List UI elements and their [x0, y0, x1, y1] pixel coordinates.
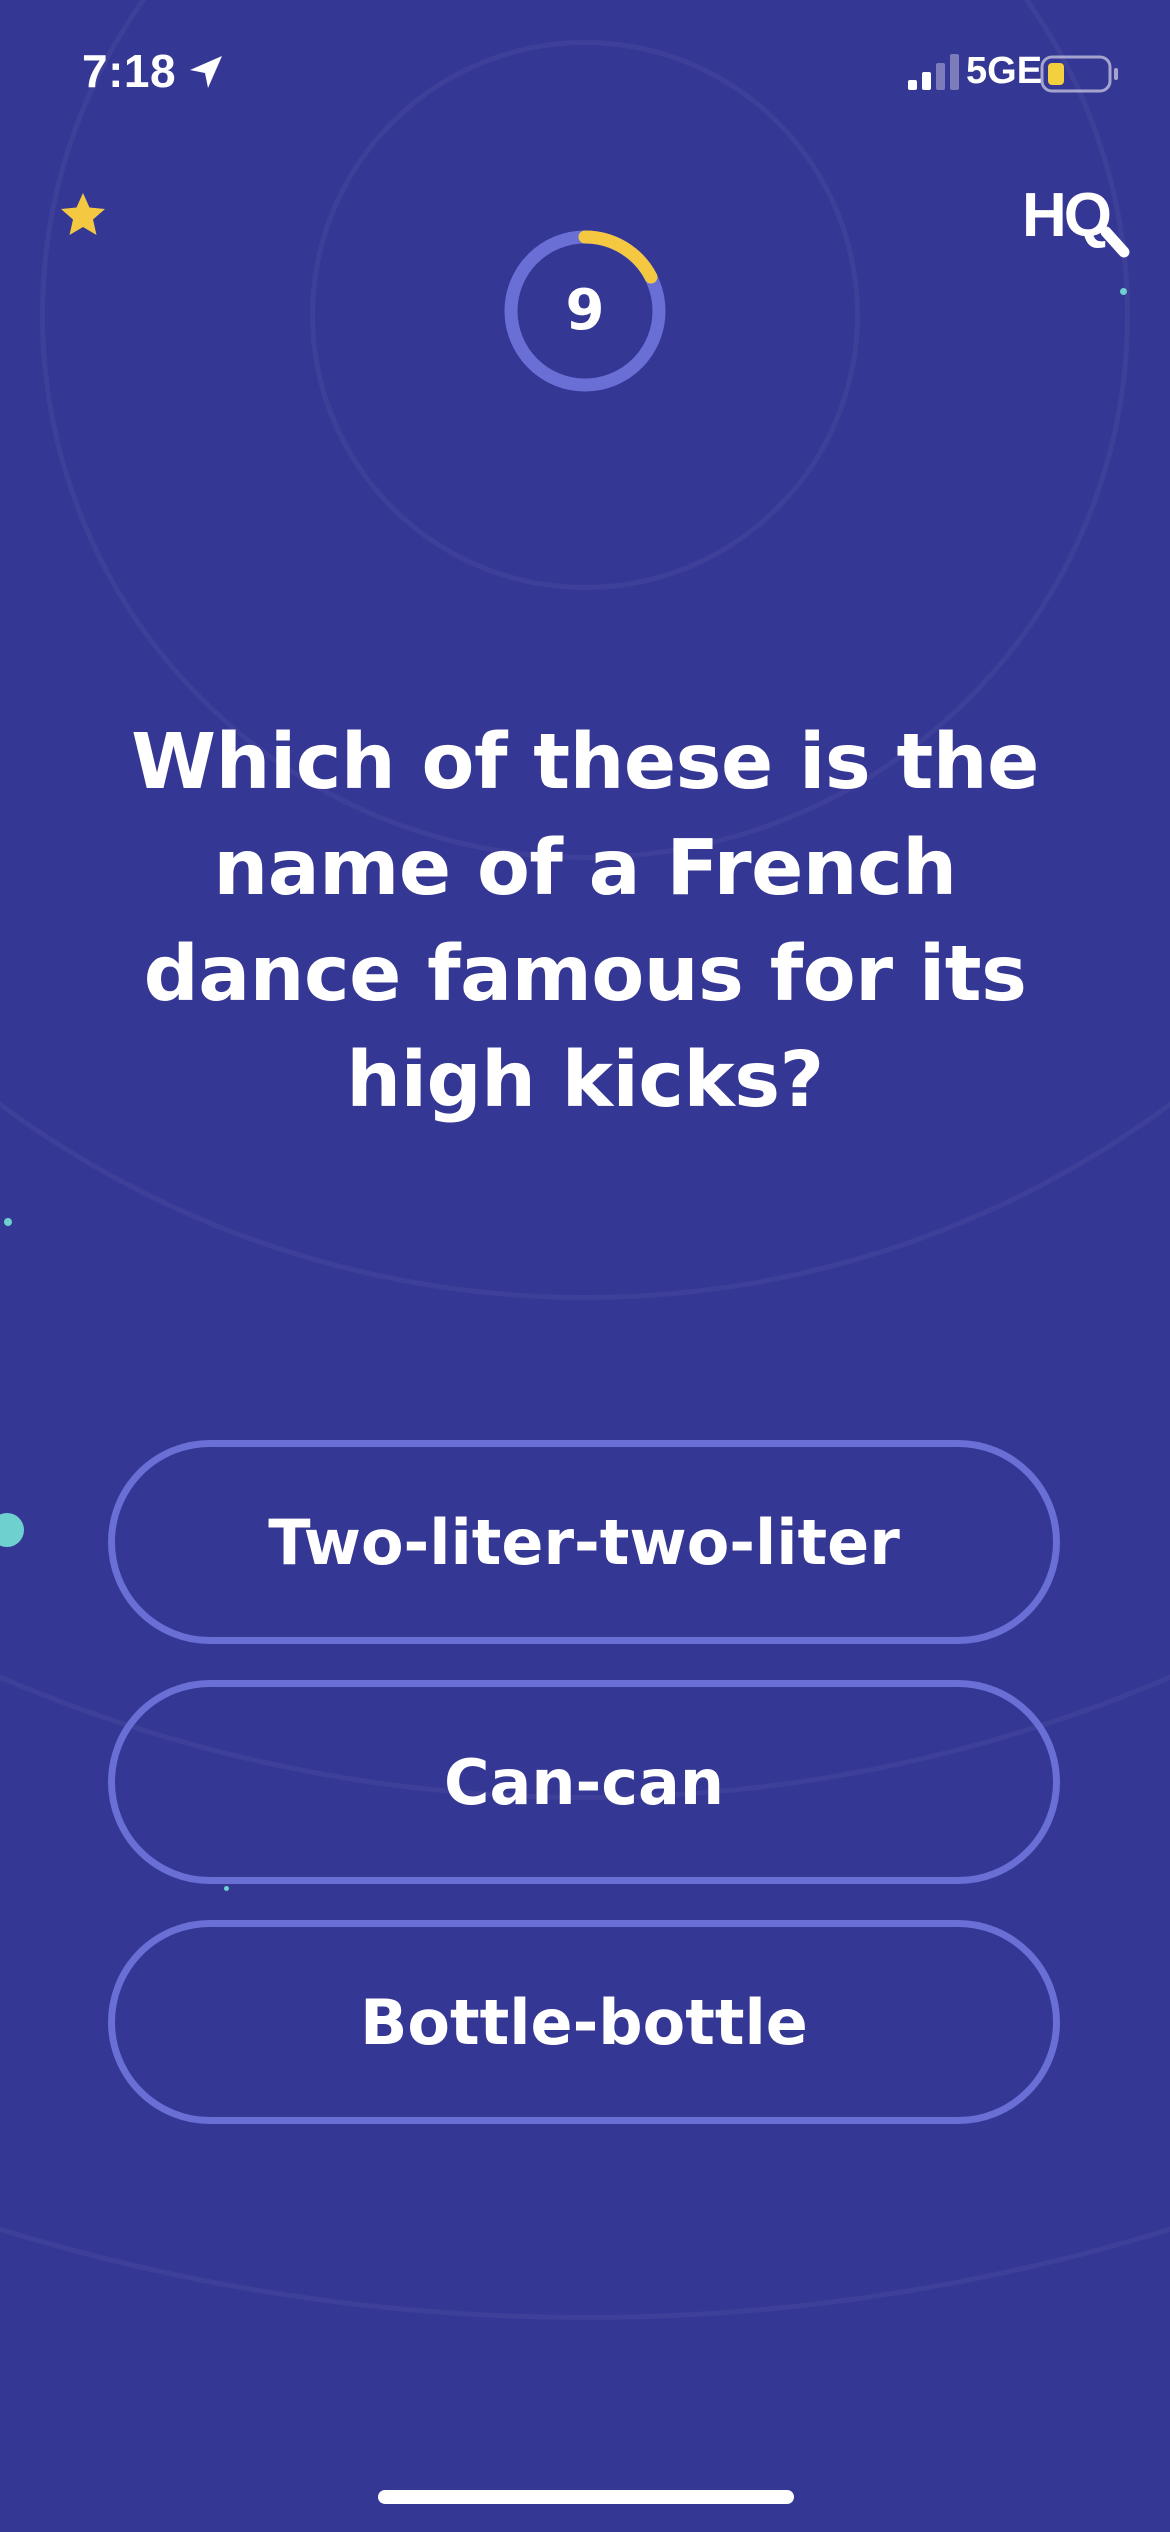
answer-option-2[interactable]: Can-can [108, 1680, 1060, 1884]
home-indicator[interactable] [378, 2490, 794, 2504]
timer-value: 9 [565, 278, 605, 343]
answer-label: Two-liter-two-liter [268, 1505, 900, 1579]
answer-label: Can-can [444, 1745, 724, 1819]
battery-low-icon [1040, 55, 1118, 93]
question-text: Which of these is the name of a French d… [131, 718, 1039, 1125]
decorative-dot [4, 1218, 12, 1226]
network-type: 5GE [966, 50, 1043, 92]
decorative-dot [1120, 288, 1127, 295]
answer-option-3[interactable]: Bottle-bottle [108, 1920, 1060, 2124]
svg-text:HQ: HQ [1022, 181, 1110, 250]
answer-option-1[interactable]: Two-liter-two-liter [108, 1440, 1060, 1644]
quiz-screen: 7:18 5GE HQ 9 Which of these is the name… [0, 0, 1170, 2532]
countdown-timer: 9 [500, 226, 670, 396]
star-icon[interactable] [58, 190, 108, 240]
cellular-signal-icon [908, 54, 959, 90]
decorative-dot [0, 1513, 24, 1547]
location-arrow-icon [190, 56, 222, 88]
decorative-dot [224, 1886, 229, 1891]
answer-label: Bottle-bottle [360, 1985, 808, 2059]
status-time: 7:18 [82, 45, 177, 97]
hq-logo: HQ [1022, 181, 1130, 258]
status-bar: 7:18 5GE [0, 0, 1170, 150]
